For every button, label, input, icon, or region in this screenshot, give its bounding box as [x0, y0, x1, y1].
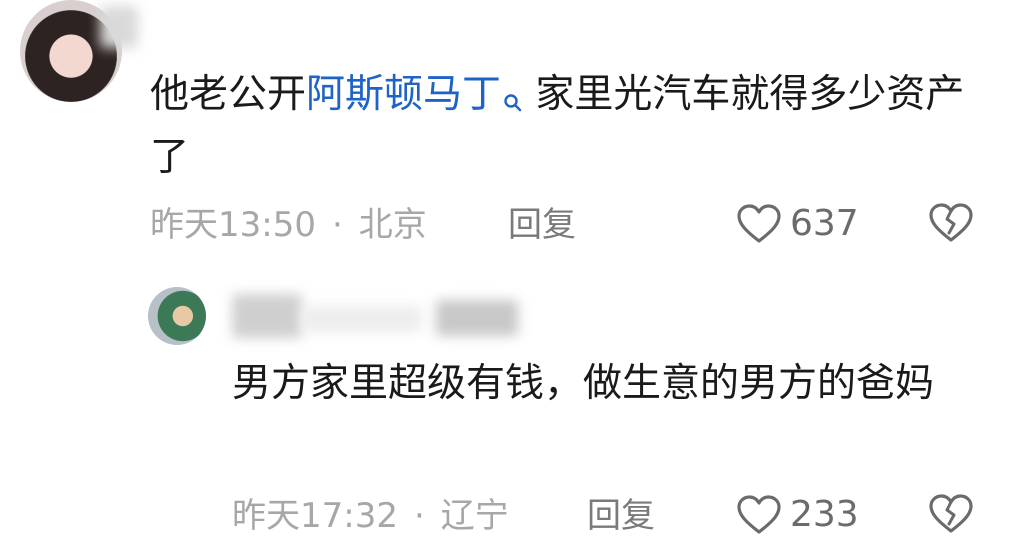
replier-avatar[interactable] — [148, 287, 206, 345]
like-button[interactable]: 637 — [736, 203, 859, 245]
commenter-name-redacted — [100, 6, 138, 48]
comment-text: 他老公开阿斯顿马丁 家里光汽车就得多少资产了 — [150, 66, 990, 186]
like-count: 637 — [790, 203, 859, 244]
heart-icon — [737, 495, 781, 534]
broken-heart-icon — [929, 203, 973, 242]
dislike-button[interactable] — [928, 202, 974, 248]
like-count: 233 — [790, 494, 859, 535]
comment-location: 北京 — [358, 205, 427, 245]
like-button[interactable]: 233 — [736, 494, 859, 536]
reply-time: 昨天17:32 — [232, 496, 398, 536]
reply-button[interactable]: 回复 — [587, 496, 655, 536]
reply-location: 辽宁 — [440, 496, 509, 536]
reply-text: 男方家里超级有钱，做生意的男方的爸妈 — [232, 361, 935, 406]
comment-time: 昨天13:50 — [150, 205, 316, 245]
replier-name-redacted — [436, 300, 518, 336]
comment-text-part: 他老公开 — [150, 72, 307, 117]
replier-name-redacted — [302, 306, 422, 332]
dislike-button[interactable] — [928, 493, 974, 539]
comment-meta: 昨天13:50 · 北京 — [150, 205, 427, 245]
keyword-link-label: 阿斯顿马丁 — [306, 72, 502, 117]
broken-heart-icon — [929, 494, 973, 533]
heart-icon — [737, 204, 781, 243]
search-icon — [503, 72, 523, 129]
keyword-link[interactable]: 阿斯顿马丁 — [306, 72, 523, 117]
reply-meta: 昨天17:32 · 辽宁 — [232, 496, 509, 536]
reply-button[interactable]: 回复 — [508, 205, 576, 245]
replier-name-redacted — [232, 294, 302, 338]
